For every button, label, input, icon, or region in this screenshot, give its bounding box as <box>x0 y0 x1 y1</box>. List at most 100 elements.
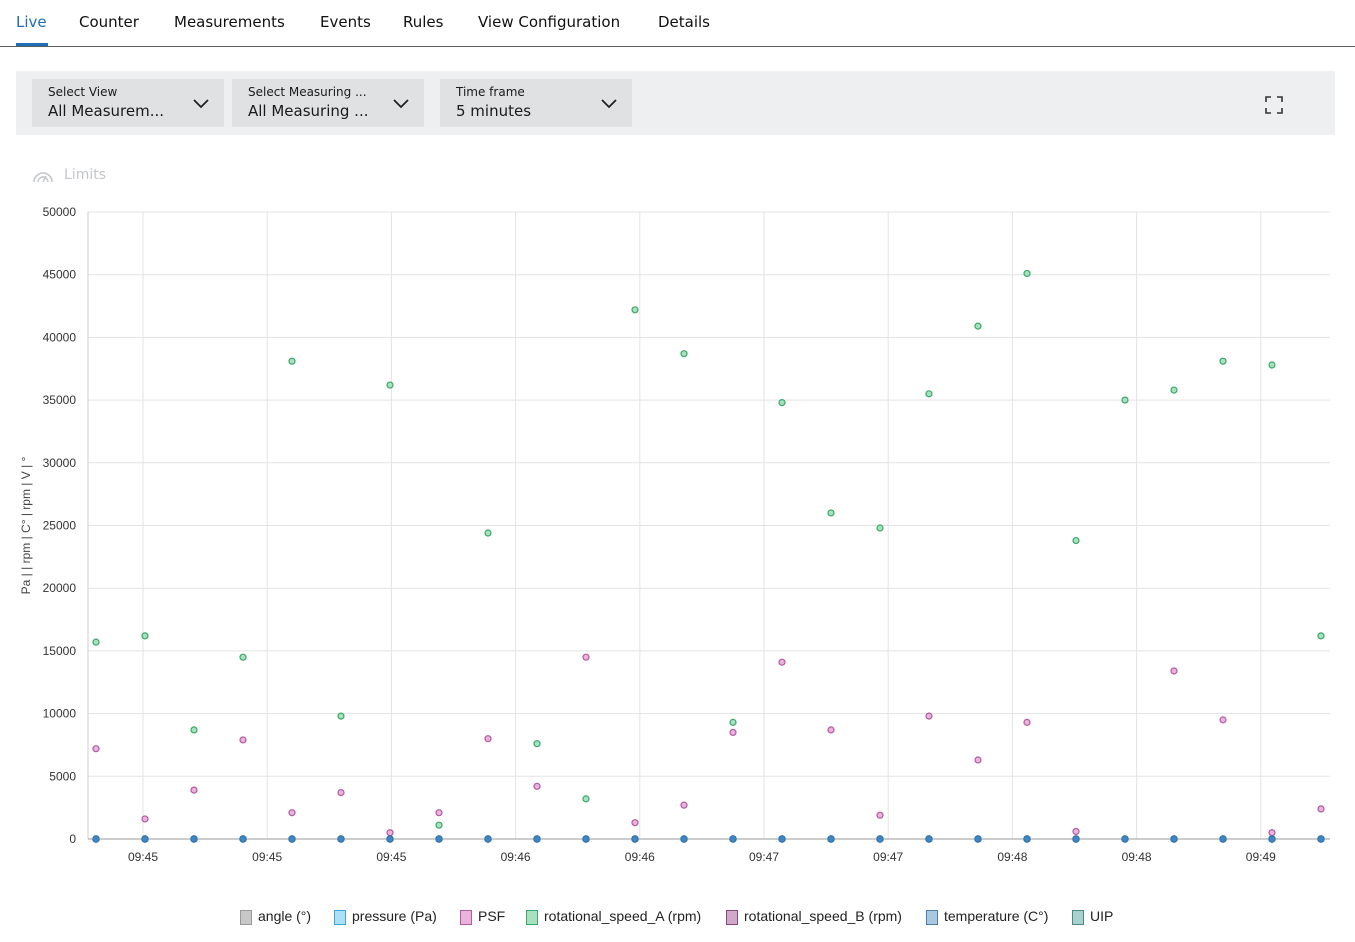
y-tick-label: 10000 <box>43 707 77 721</box>
legend-label: temperature (C°) <box>944 908 1049 924</box>
x-tick-label: 09:48 <box>1122 850 1152 864</box>
x-tick-label: 09:47 <box>873 850 903 864</box>
time-frame-label: Time frame <box>456 85 525 99</box>
legend-swatch <box>926 910 938 925</box>
data-point <box>1219 716 1227 724</box>
measurements-chart: 0 5000 10000 15000 20000 25000 30000 35000 40000… <box>19 205 1330 864</box>
data-point <box>141 815 149 823</box>
data-point <box>1072 536 1080 545</box>
select-measuring-dropdown[interactable]: Select Measuring ... All Measuring ... <box>232 79 424 127</box>
data-point <box>582 835 590 843</box>
data-point <box>386 381 394 389</box>
data-point <box>729 728 737 737</box>
legend-swatch <box>240 910 252 925</box>
data-point <box>974 756 982 764</box>
y-tick-label: 45000 <box>43 268 77 282</box>
tab-view-configuration[interactable]: View Configuration <box>478 13 620 31</box>
data-point <box>484 835 492 843</box>
legend-label: rotational_speed_A (rpm) <box>544 908 702 924</box>
tab-events[interactable]: Events <box>320 13 371 31</box>
tab-live[interactable]: Live <box>16 13 47 31</box>
active-tab-indicator <box>16 43 48 46</box>
x-tick-label: 09:46 <box>501 850 531 864</box>
data-point <box>582 795 590 803</box>
chevron-down-icon <box>193 99 209 109</box>
x-tick-label: 09:48 <box>997 850 1027 864</box>
data-point <box>827 726 835 734</box>
y-tick-label: 35000 <box>43 393 77 407</box>
data-point <box>337 835 345 843</box>
data-point <box>925 712 933 720</box>
y-tick-label: 0 <box>69 832 76 846</box>
time-frame-dropdown[interactable]: Time frame 5 minutes <box>440 79 632 127</box>
data-point <box>1317 805 1325 813</box>
legend-label: UIP <box>1090 908 1114 924</box>
data-point <box>974 322 982 330</box>
x-tick-label: 09:45 <box>252 850 282 864</box>
data-point <box>925 390 933 398</box>
data-point <box>1268 829 1276 837</box>
y-tick-label: 50000 <box>43 205 77 219</box>
data-point <box>533 835 541 843</box>
legend-swatch <box>334 910 346 925</box>
data-point <box>239 653 247 661</box>
chevron-down-icon <box>393 99 409 109</box>
tab-details[interactable]: Details <box>658 13 710 31</box>
tab-measurements[interactable]: Measurements <box>174 13 285 31</box>
data-point <box>337 789 345 797</box>
data-point <box>92 745 100 753</box>
time-frame-value: 5 minutes <box>456 102 532 120</box>
legend-swatch <box>460 910 472 925</box>
select-view-dropdown[interactable]: Select View All Measurem... <box>32 79 224 127</box>
data-point <box>288 835 296 843</box>
select-view-label: Select View <box>48 85 118 99</box>
y-tick-label: 25000 <box>43 519 77 533</box>
data-point <box>435 835 443 843</box>
data-point <box>1317 835 1325 843</box>
data-point <box>925 835 933 843</box>
y-tick-label: 40000 <box>43 330 77 344</box>
legend-swatch <box>1072 910 1084 925</box>
fullscreen-icon[interactable] <box>1264 95 1284 115</box>
data-point <box>876 835 884 843</box>
data-point <box>1317 632 1325 640</box>
select-measuring-label: Select Measuring ... <box>248 85 367 99</box>
data-point <box>631 306 639 314</box>
data-point <box>190 835 198 843</box>
x-tick-label: 09:45 <box>376 850 406 864</box>
data-point <box>92 638 100 646</box>
data-point <box>141 835 149 843</box>
tab-bar: Live Counter Measurements Events Rules V… <box>0 0 1355 47</box>
data-point <box>631 835 639 843</box>
data-point <box>190 786 198 794</box>
data-point <box>1219 835 1227 843</box>
data-point <box>631 819 639 827</box>
data-point <box>680 801 688 809</box>
tab-rules[interactable]: Rules <box>403 13 443 31</box>
data-point <box>1170 667 1178 675</box>
data-point <box>386 835 394 843</box>
data-point <box>1268 835 1276 843</box>
x-tick-label: 09:49 <box>1246 850 1276 864</box>
y-axis-label: Pa | | rpm | C° | rpm | V | ° <box>19 456 33 594</box>
data-point <box>1121 835 1129 843</box>
x-tick-label: 09:46 <box>625 850 655 864</box>
select-measuring-value: All Measuring ... <box>248 102 369 120</box>
data-point <box>778 658 786 666</box>
data-point <box>827 509 835 517</box>
gauge-icon <box>33 172 53 183</box>
legend-label: pressure (Pa) <box>352 908 437 924</box>
data-point <box>1072 827 1080 836</box>
tab-counter[interactable]: Counter <box>79 13 139 31</box>
data-point <box>533 782 541 790</box>
data-point <box>1170 386 1178 394</box>
data-point <box>190 726 198 734</box>
legend-label: rotational_speed_B (rpm) <box>744 908 902 924</box>
chart-legend: angle (°) pressure (Pa) PSF rotational_spee… <box>0 906 1355 930</box>
filter-toolbar: Select View All Measurem... Select Measu… <box>16 71 1335 135</box>
data-point <box>533 740 541 748</box>
data-point <box>1268 361 1276 369</box>
data-point <box>729 718 737 726</box>
y-tick-label: 30000 <box>43 456 77 470</box>
x-tick-label: 09:47 <box>749 850 779 864</box>
